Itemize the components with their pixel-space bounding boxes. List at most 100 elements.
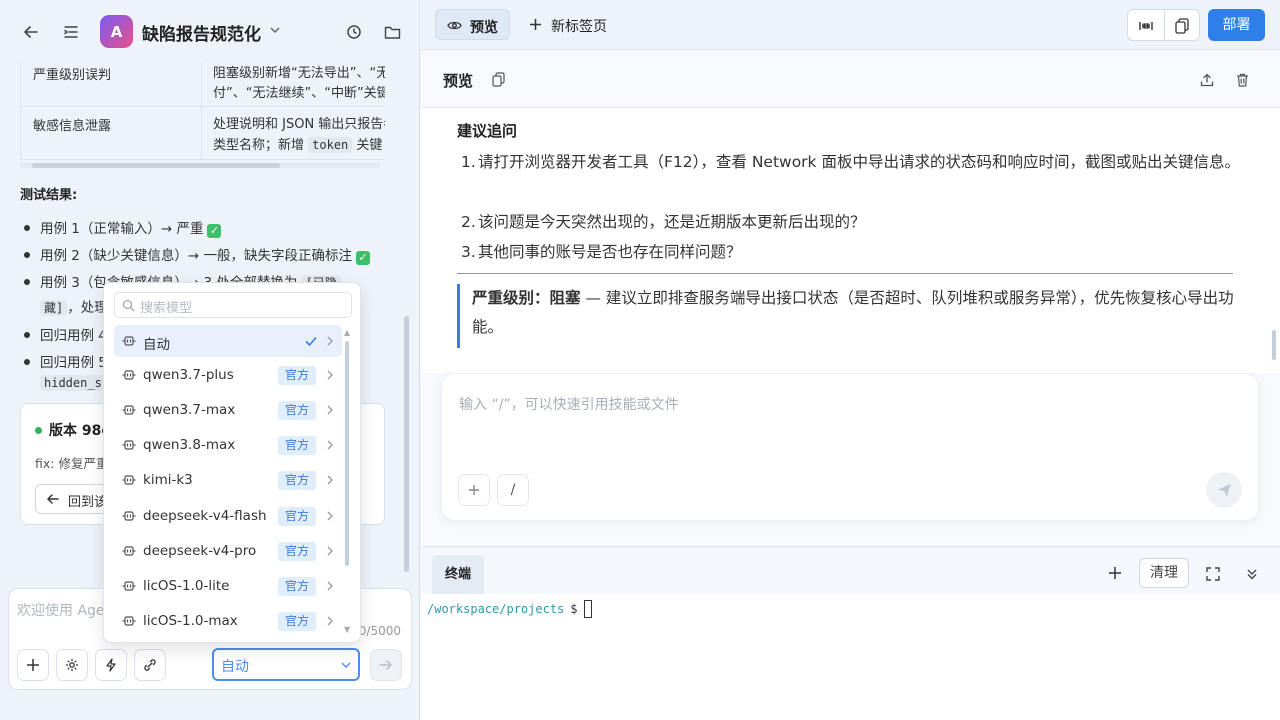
add-attachment-button[interactable]: [17, 649, 49, 681]
chat-input-box: 输入 “/”，可以快速引用技能或文件 /: [441, 373, 1259, 521]
tab-terminal[interactable]: 终端: [432, 555, 484, 595]
model-icon: [122, 369, 136, 381]
add-button[interactable]: [458, 474, 490, 506]
model-option-name: deepseek-v4-pro: [143, 543, 257, 559]
terminal[interactable]: /workspace/projects $: [421, 594, 1280, 720]
preview-content: 建议追问 1. 请打开浏览器开发者工具（F12），查看 Network 面板中导出…: [421, 108, 1280, 373]
chat-scrollbar[interactable]: [404, 316, 409, 572]
model-icon: [122, 545, 136, 557]
slash-command-button[interactable]: /: [497, 474, 529, 506]
model-icon: [122, 580, 136, 592]
new-tab-label: 新标签页: [551, 19, 607, 35]
model-icon: [122, 510, 136, 522]
table-scrollbar[interactable]: [32, 163, 280, 168]
chevron-down-icon[interactable]: [268, 23, 282, 37]
list-item: 1. 请打开浏览器开发者工具（F12），查看 Network 面板中导出请求的状态…: [461, 147, 1241, 177]
back-arrow-icon[interactable]: [20, 21, 42, 43]
trash-icon[interactable]: [1235, 72, 1249, 87]
chat-input[interactable]: 输入 “/”，可以快速引用技能或文件: [459, 394, 679, 414]
model-icon: [122, 404, 136, 416]
model-option[interactable]: qwen3.7-plus 官方: [114, 359, 342, 391]
list-item-text: 用例 2（缺少关键信息）→ 一般，缺失字段正确标注: [40, 248, 352, 264]
settings-button[interactable]: [56, 649, 88, 681]
terminal-line: /workspace/projects $: [427, 600, 592, 618]
table-row: 严重级别误判 阻塞级别新增“无法导出”、“无 付”、“无法继续”、“中断”关键: [21, 62, 385, 107]
deploy-button[interactable]: 部署: [1208, 9, 1265, 41]
model-option[interactable]: deepseek-v4-pro 官方: [114, 535, 342, 567]
table-cell: 敏感信息泄露: [33, 119, 112, 134]
model-option-name: qwen3.7-max: [143, 402, 236, 418]
app-logo-letter: A: [110, 22, 123, 41]
table-cell-line: 付”、“无法继续”、“中断”关键: [213, 86, 385, 101]
table-cell: 阻塞级别新增“无法导出”、“无 付”、“无法继续”、“中断”关键: [213, 64, 385, 104]
preview-scrollbar[interactable]: [1272, 330, 1276, 360]
sidebar-toggle-icon[interactable]: [60, 21, 82, 43]
model-option-name: 自动: [143, 337, 170, 353]
upload-icon[interactable]: [1199, 72, 1214, 87]
clear-button[interactable]: 清理: [1139, 558, 1189, 588]
split-view-icon[interactable]: [1138, 18, 1154, 34]
tab-preview[interactable]: 预览: [435, 9, 510, 40]
dropdown-scrollbar[interactable]: [345, 341, 349, 566]
model-icon: [122, 615, 136, 627]
table-row: 敏感信息泄露 处理说明和 JSON 输出只报告者 类型名称；新增 token 关…: [21, 107, 385, 160]
composer-input[interactable]: 欢迎使用 Agen: [17, 600, 113, 620]
model-option[interactable]: deepseek-v4-flash 官方: [114, 500, 342, 532]
official-badge: 官方: [278, 436, 317, 455]
terminal-bar: 终端 清理: [421, 546, 1280, 595]
collapse-icon[interactable]: [1245, 567, 1258, 580]
official-badge: 官方: [278, 471, 317, 490]
history-icon[interactable]: [343, 21, 365, 43]
model-option[interactable]: licOS-1.0-lite 官方: [114, 570, 342, 602]
severity-callout: 严重级别：阻塞 — 建议立即排查服务端导出接口状态（是否超时、队列堆积或服务异常…: [457, 284, 1237, 348]
scroll-up-icon[interactable]: ▲: [344, 328, 350, 337]
inline-code: hidden_s: [40, 375, 106, 391]
model-option[interactable]: kimi-k3 官方: [114, 464, 342, 496]
chevron-right-icon: [325, 545, 335, 557]
plus-icon[interactable]: [1107, 565, 1123, 581]
check-icon: ✓: [207, 224, 222, 238]
model-option[interactable]: 自动: [114, 325, 342, 357]
model-option[interactable]: qwen3.8-max 官方: [114, 429, 342, 461]
list-item-text: 请打开浏览器开发者工具（F12），查看 Network 面板中导出请求的状态码和…: [478, 153, 1240, 171]
list-item-text: 该问题是今天突然出现的，还是近期版本更新后出现的？: [478, 213, 866, 231]
model-search-input[interactable]: 搜索模型: [114, 292, 352, 318]
terminal-cursor: [583, 600, 592, 618]
list-item-continuation: hidden_s: [40, 375, 106, 391]
model-icon: [122, 439, 136, 451]
send-button[interactable]: [1206, 472, 1242, 508]
official-badge: 官方: [278, 366, 317, 385]
right-panel: 预览 新标签页 部署 预览 建议追问 1. 请打开浏览器开发者工具（F12），查看…: [421, 0, 1280, 720]
list-item-text: ，处理: [67, 300, 108, 316]
version-title: 版本 98c: [49, 423, 110, 439]
model-icon: [122, 474, 136, 486]
char-count: 0/5000: [358, 624, 401, 638]
copy-icon[interactable]: [491, 72, 505, 87]
project-title[interactable]: 缺陷报告规范化: [142, 20, 261, 45]
comparison-table: 严重级别误判 阻塞级别新增“无法导出”、“无 付”、“无法继续”、“中断”关键 …: [20, 62, 385, 160]
model-option[interactable]: qwen3.7-max 官方: [114, 394, 342, 426]
table-cell-line: 阻塞级别新增“无法导出”、“无: [213, 66, 385, 81]
folder-icon[interactable]: [381, 21, 403, 43]
official-badge: 官方: [278, 577, 317, 596]
model-select-value: 自动: [221, 659, 249, 675]
left-header: A 缺陷报告规范化: [0, 0, 419, 62]
model-option[interactable]: licOS-1.0-max 官方: [114, 605, 342, 637]
chevron-right-icon: [325, 369, 335, 381]
list-item-text: 回归用例 4: [40, 328, 107, 344]
rollback-label: 回到该: [68, 495, 108, 510]
copy-icon[interactable]: [1174, 18, 1190, 34]
scroll-down-icon[interactable]: ▼: [344, 625, 350, 634]
fullscreen-icon[interactable]: [1205, 566, 1220, 581]
send-button[interactable]: [370, 649, 402, 681]
table-cell-line: 类型名称；新增 token 关键: [213, 135, 385, 156]
chevron-right-icon: [325, 404, 335, 416]
chevron-right-icon: [325, 580, 335, 592]
model-select[interactable]: 自动: [212, 648, 360, 681]
plugin-button[interactable]: [134, 649, 166, 681]
chevron-right-icon: [325, 510, 335, 522]
preview-title: 预览: [443, 72, 474, 90]
table-cell-text: 类型名称；新增: [213, 138, 305, 153]
lightning-button[interactable]: [95, 649, 127, 681]
version-description: fix: 修复严重: [35, 456, 109, 471]
